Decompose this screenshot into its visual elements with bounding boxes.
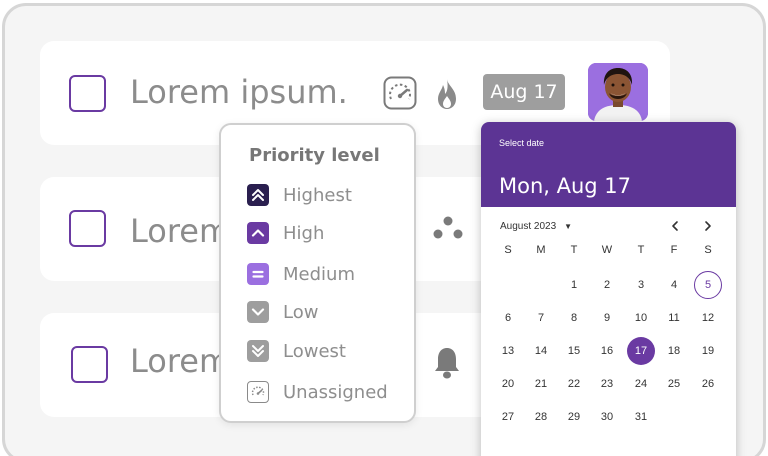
equals-icon: [247, 263, 269, 285]
calendar-day[interactable]: 19: [693, 341, 723, 361]
task-title[interactable]: Lorem: [130, 212, 230, 250]
priority-option-low[interactable]: Low: [247, 300, 318, 324]
priority-option-medium[interactable]: Medium: [247, 262, 355, 286]
calendar-day[interactable]: 14: [526, 341, 556, 361]
month-year-label: August 2023: [500, 221, 557, 232]
bell-icon[interactable]: [432, 345, 462, 381]
priority-heading: Priority level: [249, 145, 380, 166]
weekday-label: T: [637, 244, 645, 256]
selected-date-title: Mon, Aug 17: [499, 174, 632, 198]
calendar-day[interactable]: 20: [493, 374, 523, 394]
fire-icon[interactable]: [432, 77, 462, 111]
priority-option-lowest[interactable]: Lowest: [247, 339, 346, 363]
chevron-up-icon: [247, 222, 269, 244]
weekday-label: S: [704, 244, 712, 256]
calendar-day[interactable]: 15: [559, 341, 589, 361]
priority-option-label: Medium: [283, 263, 355, 285]
calendar-day[interactable]: 30: [592, 407, 622, 427]
calendar-day[interactable]: 10: [626, 308, 656, 328]
calendar-day[interactable]: 9: [592, 308, 622, 328]
calendar-day[interactable]: 26: [693, 374, 723, 394]
weekday-label: S: [504, 244, 512, 256]
calendar-day[interactable]: 31: [626, 407, 656, 427]
calendar-day[interactable]: 7: [526, 308, 556, 328]
priority-option-highest[interactable]: Highest: [247, 183, 352, 207]
chevron-right-icon: [705, 221, 711, 231]
calendar-day[interactable]: 2: [592, 275, 622, 295]
calendar-day[interactable]: 21: [526, 374, 556, 394]
date-picker-header: Select date Mon, Aug 17: [481, 122, 736, 207]
priority-option-high[interactable]: High: [247, 221, 324, 245]
caret-down-icon: ▼: [564, 222, 573, 231]
chevron-left-icon: [672, 221, 678, 231]
task-checkbox[interactable]: [69, 210, 106, 247]
calendar-day[interactable]: 3: [626, 275, 656, 295]
avatar[interactable]: [588, 63, 648, 121]
calendar-day[interactable]: 13: [493, 341, 523, 361]
double-chevron-up-icon: [247, 184, 269, 206]
calendar-day[interactable]: 29: [559, 407, 589, 427]
weekday-label: T: [570, 244, 578, 256]
calendar-day[interactable]: 6: [493, 308, 523, 328]
chevron-down-icon: [247, 301, 269, 323]
priority-option-unassigned[interactable]: Unassigned: [247, 380, 388, 404]
calendar-day[interactable]: 22: [559, 374, 589, 394]
weekday-label: M: [536, 244, 546, 256]
weekday-label: W: [601, 244, 613, 256]
priority-option-label: Unassigned: [283, 381, 388, 403]
calendar-day-selected[interactable]: 17: [627, 337, 655, 365]
calendar-day[interactable]: 16: [592, 341, 622, 361]
calendar-day[interactable]: 1: [559, 275, 589, 295]
task-title[interactable]: Lorem: [130, 342, 230, 380]
task-title[interactable]: Lorem ipsum.: [130, 73, 348, 111]
calendar-day[interactable]: 18: [659, 341, 689, 361]
calendar-day[interactable]: 4: [659, 275, 689, 295]
calendar-day[interactable]: 25: [659, 374, 689, 394]
calendar-day[interactable]: 27: [493, 407, 523, 427]
next-month-button[interactable]: [698, 216, 718, 236]
due-date-chip[interactable]: Aug 17: [483, 74, 565, 110]
dots-cluster-icon[interactable]: [430, 213, 466, 241]
calendar-day[interactable]: 8: [559, 308, 589, 328]
priority-option-label: Low: [283, 301, 319, 323]
calendar-day[interactable]: 12: [693, 308, 723, 328]
task-checkbox[interactable]: [69, 75, 106, 112]
calendar-day-today[interactable]: 5: [694, 271, 722, 299]
priority-option-label: High: [283, 222, 325, 244]
date-picker: Select date Mon, Aug 17 August 2023 ▼ S M…: [481, 122, 736, 456]
task-checkbox[interactable]: [71, 346, 108, 383]
calendar-day[interactable]: 28: [526, 407, 556, 427]
gauge-icon: [247, 381, 269, 403]
calendar-day[interactable]: 23: [592, 374, 622, 394]
priority-option-label: Lowest: [283, 340, 346, 362]
weekday-label: F: [670, 244, 678, 256]
prev-month-button[interactable]: [665, 216, 685, 236]
double-chevron-down-icon: [247, 340, 269, 362]
month-year-selector[interactable]: August 2023 ▼: [500, 221, 572, 232]
priority-gauge-icon[interactable]: [383, 76, 417, 110]
calendar-day[interactable]: 11: [659, 308, 689, 328]
priority-menu: Priority level Highest High Medium Low L…: [219, 123, 416, 423]
priority-option-label: Highest: [283, 184, 352, 206]
calendar-day[interactable]: 24: [626, 374, 656, 394]
select-date-label: Select date: [499, 138, 545, 148]
